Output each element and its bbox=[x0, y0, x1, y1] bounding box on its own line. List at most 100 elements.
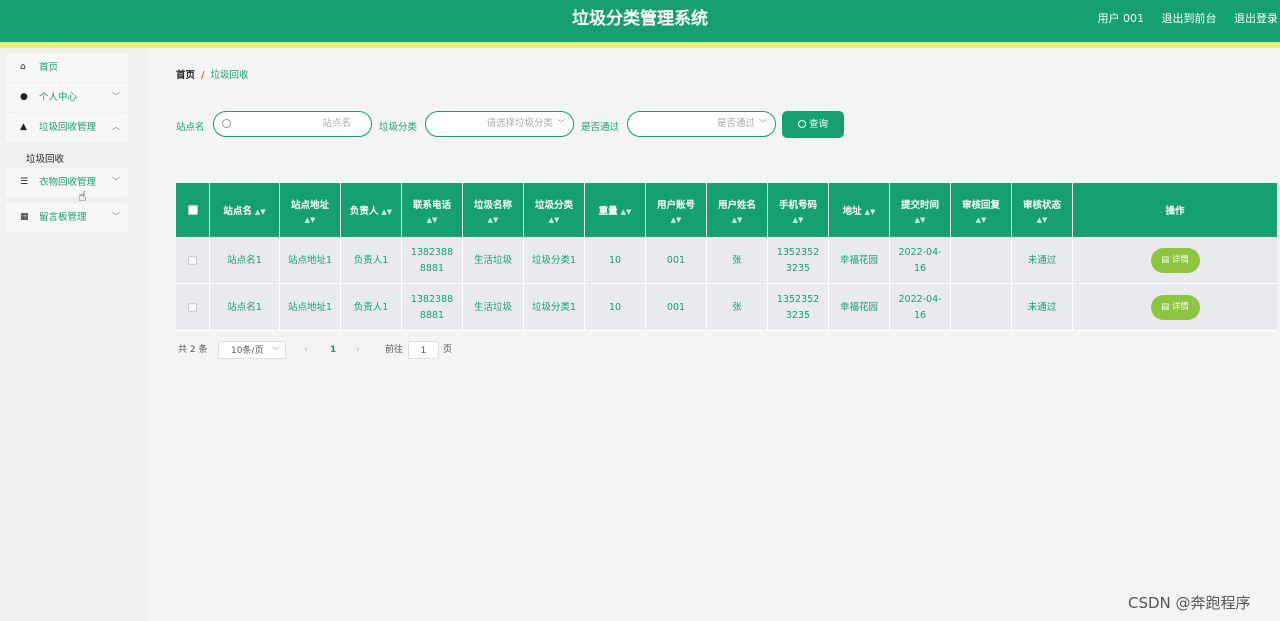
category-select[interactable]: 请选择垃圾分类 ﹀ bbox=[425, 111, 574, 137]
goto-label: 前往 bbox=[385, 345, 404, 355]
cell-account: 001 bbox=[646, 237, 707, 284]
sidebar-item-clothes-recycling[interactable]: ☰ 衣物回收管理 ﹀ bbox=[6, 168, 128, 197]
sidebar-item-label: 衣物回收管理 bbox=[39, 177, 97, 188]
sidebar-item-garbage-recycling[interactable]: ▲ 垃圾回收管理 ︿ bbox=[6, 113, 128, 142]
watermark: CSDN @奔跑程序 bbox=[1128, 594, 1251, 612]
col-label: 重量 bbox=[598, 206, 618, 217]
cell-address: 幸福花园 bbox=[829, 284, 890, 331]
table-row: 站点名1 站点地址1 负责人1 13823888881 生活垃圾 垃圾分类1 1… bbox=[176, 237, 1277, 284]
cell-review-status: 未通过 bbox=[1012, 284, 1073, 331]
col-label: 负责人 bbox=[349, 206, 379, 217]
col-garbage-category[interactable]: 垃圾分类 ▲▼ bbox=[524, 183, 585, 237]
pass-placeholder: 是否通过 bbox=[716, 118, 755, 129]
cell-garbage-category: 垃圾分类1 bbox=[524, 237, 585, 284]
col-review-reply[interactable]: 审核回复 ▲▼ bbox=[951, 183, 1012, 237]
sort-icon: ▲▼ bbox=[1036, 215, 1048, 224]
search-icon bbox=[797, 120, 806, 128]
select-all-checkbox[interactable] bbox=[187, 205, 198, 215]
detail-button-label: 详情 bbox=[1171, 255, 1189, 265]
query-button-label: 查询 bbox=[808, 119, 828, 130]
page-size-select[interactable]: 10条/页 ﹀ bbox=[218, 341, 286, 359]
col-station-address[interactable]: 站点地址 ▲▼ bbox=[280, 183, 341, 237]
sidebar-item-personal-center[interactable]: ● 个人中心 ﹀ bbox=[6, 83, 128, 112]
breadcrumb-home[interactable]: 首页 bbox=[176, 70, 195, 81]
cell-phone: 13823888881 bbox=[402, 237, 463, 284]
cell-weight: 10 bbox=[585, 237, 646, 284]
chevron-down-icon: ﹀ bbox=[272, 347, 279, 355]
breadcrumb-current: 垃圾回收 bbox=[210, 70, 249, 81]
cell-mobile: 13523523235 bbox=[768, 284, 829, 331]
col-label: 审核回复 bbox=[961, 199, 1000, 211]
station-placeholder: 站点名 bbox=[322, 118, 351, 129]
col-actions: 操作 bbox=[1073, 183, 1277, 237]
col-label: 操作 bbox=[1165, 206, 1185, 217]
sidebar-item-label: 个人中心 bbox=[39, 92, 78, 103]
sort-icon: ▲▼ bbox=[254, 208, 266, 216]
header-actions: 用户 001 退出到前台 退出登录 bbox=[1084, 0, 1279, 38]
next-page-button[interactable]: › bbox=[356, 341, 360, 359]
sidebar-item-label: 垃圾回收管理 bbox=[39, 122, 97, 133]
sort-icon: ▲▼ bbox=[487, 215, 499, 224]
station-search-input[interactable]: 站点名 bbox=[213, 111, 372, 137]
sidebar-item-message-board[interactable]: ▦ 留言板管理 ﹀ bbox=[6, 203, 128, 232]
cell-manager: 负责人1 bbox=[341, 284, 402, 331]
col-label: 用户姓名 bbox=[717, 199, 756, 211]
col-manager[interactable]: 负责人 ▲▼ bbox=[341, 183, 402, 237]
mouse-cursor-icon: ☝ bbox=[78, 189, 87, 205]
sort-icon: ▲▼ bbox=[864, 208, 876, 216]
current-user: 用户 001 bbox=[1097, 12, 1145, 25]
sort-icon: ▲▼ bbox=[670, 215, 682, 224]
page-number-current[interactable]: 1 bbox=[330, 341, 336, 359]
col-label: 审核状态 bbox=[1022, 199, 1061, 211]
category-filter-label: 垃圾分类 bbox=[379, 122, 418, 133]
cell-address: 幸福花园 bbox=[829, 237, 890, 284]
col-submit-time[interactable]: 提交时间 ▲▼ bbox=[890, 183, 951, 237]
grid-icon: ▦ bbox=[20, 212, 29, 222]
sort-icon: ▲▼ bbox=[731, 215, 743, 224]
col-username[interactable]: 用户姓名 ▲▼ bbox=[707, 183, 768, 237]
chevron-down-icon: ﹀ bbox=[759, 119, 767, 128]
sort-icon: ▲▼ bbox=[304, 215, 316, 224]
sidebar-item-home[interactable]: ⌂ 首页 bbox=[6, 53, 128, 82]
cell-actions: ▤ 详情 bbox=[1073, 237, 1277, 284]
total-count: 共 2 条 bbox=[178, 345, 208, 355]
back-to-front-link[interactable]: 退出到前台 bbox=[1162, 12, 1217, 25]
chevron-up-icon: ︿ bbox=[112, 122, 120, 131]
chevron-down-icon: ﹀ bbox=[557, 119, 565, 128]
col-station[interactable]: 站点名 ▲▼ bbox=[210, 183, 280, 237]
chevron-down-icon: ﹀ bbox=[112, 177, 120, 186]
prev-page-button[interactable]: ‹ bbox=[304, 341, 308, 359]
col-review-status[interactable]: 审核状态 ▲▼ bbox=[1012, 183, 1073, 237]
sort-icon: ▲▼ bbox=[914, 215, 926, 224]
breadcrumb-separator: / bbox=[201, 70, 205, 81]
col-label: 垃圾名称 bbox=[473, 199, 512, 211]
col-account[interactable]: 用户账号 ▲▼ bbox=[646, 183, 707, 237]
sort-icon: ▲▼ bbox=[975, 215, 987, 224]
logout-link[interactable]: 退出登录 bbox=[1234, 12, 1278, 25]
col-address[interactable]: 地址 ▲▼ bbox=[829, 183, 890, 237]
cell-account: 001 bbox=[646, 284, 707, 331]
query-button[interactable]: 查询 bbox=[782, 111, 844, 138]
row-select-cell bbox=[176, 237, 210, 284]
cell-username: 张 bbox=[707, 237, 768, 284]
col-label: 垃圾分类 bbox=[534, 199, 573, 211]
search-icon bbox=[222, 119, 231, 128]
cell-station-address: 站点地址1 bbox=[280, 237, 341, 284]
row-checkbox[interactable] bbox=[188, 256, 197, 265]
col-phone[interactable]: 联系电话 ▲▼ bbox=[402, 183, 463, 237]
col-weight[interactable]: 重量 ▲▼ bbox=[585, 183, 646, 237]
sort-icon: ▲▼ bbox=[548, 215, 560, 224]
top-header: 垃圾分类管理系统 用户 001 退出到前台 退出登录 bbox=[0, 0, 1280, 42]
col-label: 提交时间 bbox=[900, 199, 939, 211]
col-mobile[interactable]: 手机号码 ▲▼ bbox=[768, 183, 829, 237]
detail-button[interactable]: ▤ 详情 bbox=[1150, 295, 1200, 320]
sidebar-item-label: 首页 bbox=[39, 62, 59, 73]
col-garbage-name[interactable]: 垃圾名称 ▲▼ bbox=[463, 183, 524, 237]
pass-select[interactable]: 是否通过 ﹀ bbox=[627, 111, 776, 137]
detail-button[interactable]: ▤ 详情 bbox=[1150, 248, 1200, 273]
sort-icon: ▲▼ bbox=[620, 208, 632, 216]
sidebar-subitem-garbage-recycling[interactable]: 垃圾回收 bbox=[26, 151, 64, 165]
goto-page-input[interactable]: 1 bbox=[408, 341, 439, 359]
row-checkbox[interactable] bbox=[188, 303, 197, 312]
cell-station: 站点名1 bbox=[210, 284, 280, 331]
